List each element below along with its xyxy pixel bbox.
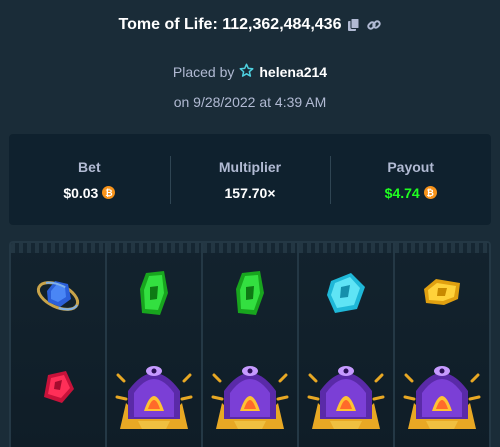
payout-label: Payout xyxy=(387,158,435,175)
green-gem-icon xyxy=(136,267,172,324)
bet-stats-panel: Bet $0.03 ₿ Multiplier 157.70× Payout $4… xyxy=(9,134,491,225)
reel-border-decoration xyxy=(203,243,297,253)
bitcoin-icon: ₿ xyxy=(423,186,437,199)
reel-border-decoration xyxy=(299,243,393,253)
gold-gem-icon xyxy=(420,275,464,314)
reel-5 xyxy=(393,243,489,447)
bet-value: $0.03 xyxy=(63,184,99,201)
tome-of-life-emblem-icon xyxy=(306,351,386,436)
payout-value-row: $4.74 ₿ xyxy=(385,185,437,201)
reel-2 xyxy=(105,243,201,447)
bet-stat: Bet $0.03 ₿ xyxy=(9,152,170,207)
reel-1 xyxy=(11,243,105,447)
placed-by-label: Placed by xyxy=(172,64,235,80)
reel-border-decoration xyxy=(107,243,201,253)
payout-stat: Payout $4.74 ₿ xyxy=(330,152,491,207)
placed-by-line: Placed by helena214 xyxy=(0,63,500,81)
bitcoin-icon: ₿ xyxy=(102,186,116,199)
multiplier-label: Multiplier xyxy=(218,158,282,175)
reel-border-decoration xyxy=(11,243,105,253)
reel-3 xyxy=(201,243,297,447)
red-gem-icon xyxy=(36,365,80,414)
reel-border-decoration xyxy=(395,243,489,253)
multiplier-value-row: 157.70× xyxy=(225,185,276,201)
tome-of-life-emblem-icon xyxy=(210,351,290,436)
game-name: Tome of Life xyxy=(118,16,213,33)
bet-label: Bet xyxy=(78,158,101,175)
copy-icon[interactable] xyxy=(347,18,361,32)
multiplier-value: 157.70× xyxy=(224,184,276,201)
slot-reels xyxy=(9,241,491,447)
bet-title: Tome of Life: 112,362,484,436 xyxy=(0,16,500,34)
payout-value: $4.74 xyxy=(384,184,420,201)
green-gem-icon xyxy=(232,267,268,324)
cyan-gem-icon xyxy=(323,269,369,322)
vip-star-icon xyxy=(239,63,254,81)
reel-4 xyxy=(297,243,393,447)
tome-of-life-emblem-icon xyxy=(402,351,482,436)
blue-ring-gem-icon xyxy=(33,269,83,324)
username-link[interactable]: helena214 xyxy=(259,64,327,80)
title-separator: : xyxy=(212,16,223,33)
bet-id: 112,362,484,436 xyxy=(222,16,342,33)
tome-of-life-emblem-icon xyxy=(114,351,194,436)
link-icon[interactable] xyxy=(367,18,382,32)
bet-value-row: $0.03 ₿ xyxy=(63,184,116,201)
bet-date: on 9/28/2022 at 4:39 AM xyxy=(173,94,327,110)
multiplier-stat: Multiplier 157.70× xyxy=(169,152,331,207)
